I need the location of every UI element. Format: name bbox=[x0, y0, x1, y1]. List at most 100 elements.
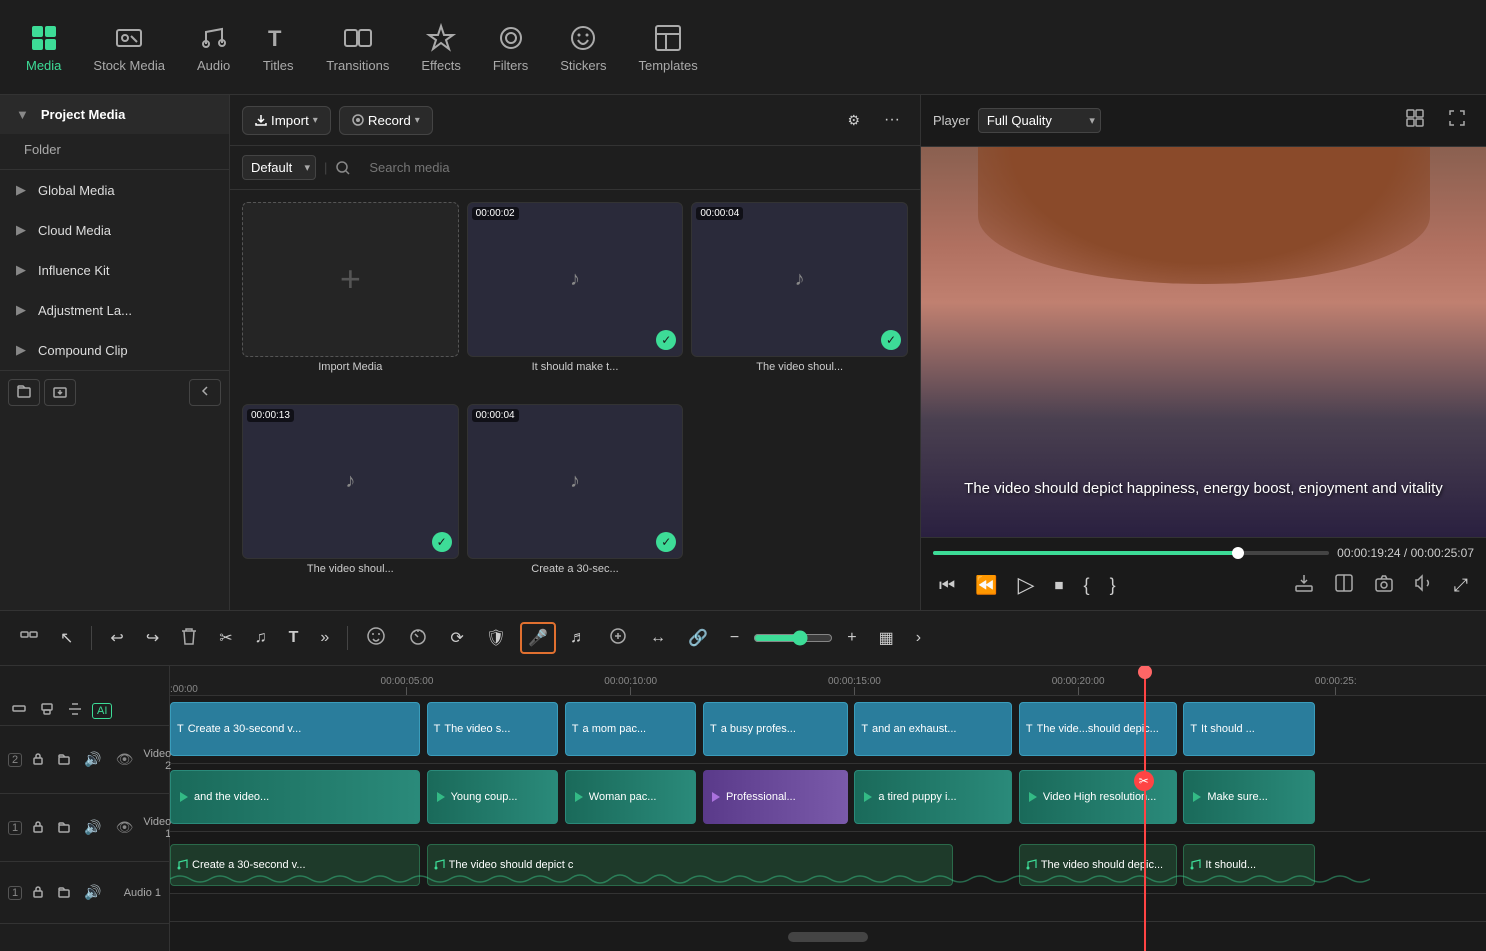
import-folder-button[interactable] bbox=[44, 379, 76, 406]
audio1-mute-button[interactable]: 🔊 bbox=[80, 882, 105, 903]
import-media-thumb[interactable]: + bbox=[242, 202, 459, 357]
grid-tl-button[interactable]: ▦ bbox=[871, 622, 902, 654]
v2-clip3[interactable]: T a mom pac... bbox=[565, 702, 697, 756]
v1-clip5[interactable]: a tired puppy i... bbox=[854, 770, 1012, 824]
select-tool-button[interactable]: ↖ bbox=[52, 622, 81, 654]
sidebar-folder[interactable]: Folder bbox=[0, 134, 229, 169]
video1-folder-button[interactable] bbox=[54, 818, 74, 838]
quality-select[interactable]: Full Quality High Quality Medium Quality… bbox=[978, 108, 1101, 133]
audio1-folder-button[interactable] bbox=[54, 883, 74, 903]
redo-button[interactable]: ↪ bbox=[138, 622, 167, 654]
add-track-button[interactable] bbox=[12, 621, 46, 656]
clip2-thumb[interactable]: 00:00:04 ♪ ✓ bbox=[691, 202, 908, 357]
more-player-button[interactable]: ⤢ bbox=[1448, 571, 1474, 600]
media-item-clip2[interactable]: 00:00:04 ♪ ✓ The video shoul... bbox=[691, 202, 908, 396]
media-item-clip1[interactable]: 00:00:02 ♪ ✓ It should make t... bbox=[467, 202, 684, 396]
collapse-sidebar-button[interactable] bbox=[189, 379, 221, 406]
default-select[interactable]: Default bbox=[242, 155, 316, 180]
nav-stickers[interactable]: Stickers bbox=[544, 14, 622, 81]
delete-button[interactable] bbox=[173, 621, 205, 656]
step-back-button[interactable]: ⏪ bbox=[969, 571, 1003, 600]
mark-in-button[interactable]: { bbox=[1078, 571, 1096, 600]
undo-button[interactable]: ↩ bbox=[102, 622, 131, 654]
sidebar-item-cloud-media[interactable]: ▶ Cloud Media bbox=[0, 210, 229, 250]
volume-button[interactable] bbox=[1408, 569, 1440, 602]
add-nested-button[interactable] bbox=[36, 700, 58, 721]
video2-folder-button[interactable] bbox=[54, 750, 74, 770]
v2-clip1[interactable]: T Create a 30-second v... bbox=[170, 702, 420, 756]
mask-button[interactable]: 🛡 bbox=[478, 622, 514, 654]
video1-mute-button[interactable]: 🔊 bbox=[80, 817, 105, 838]
v1-clip1[interactable]: and the video... bbox=[170, 770, 420, 824]
ai-clip-button[interactable]: AI bbox=[92, 703, 112, 719]
zoom-out-button[interactable]: − bbox=[722, 623, 747, 653]
link-button[interactable]: 🔗 bbox=[680, 622, 716, 654]
search-input[interactable] bbox=[359, 154, 908, 181]
v2-clip5[interactable]: T and an exhaust... bbox=[854, 702, 1012, 756]
clip4-thumb[interactable]: 00:00:04 ♪ ✓ bbox=[467, 404, 684, 559]
sidebar-item-adjustment[interactable]: ▶ Adjustment La... bbox=[0, 290, 229, 330]
quality-select-wrapper[interactable]: Full Quality High Quality Medium Quality… bbox=[978, 108, 1101, 133]
media-item-clip4[interactable]: 00:00:04 ♪ ✓ Create a 30-sec... bbox=[467, 404, 684, 598]
record-mic-button[interactable]: 🎤 bbox=[520, 622, 556, 654]
clip1-thumb[interactable]: 00:00:02 ♪ ✓ bbox=[467, 202, 684, 357]
sidebar-item-compound-clip[interactable]: ▶ Compound Clip bbox=[0, 330, 229, 370]
record-button[interactable]: Record ▾ bbox=[339, 106, 433, 135]
progress-thumb[interactable] bbox=[1232, 547, 1244, 559]
more-tl-button[interactable]: › bbox=[908, 623, 929, 653]
v2-clip7[interactable]: T It should ... bbox=[1183, 702, 1315, 756]
more-options-icon[interactable]: ··· bbox=[876, 105, 908, 135]
v1-clip2[interactable]: Young coup... bbox=[427, 770, 559, 824]
video2-lock-button[interactable] bbox=[28, 750, 48, 770]
fullscreen-icon[interactable] bbox=[1440, 103, 1474, 138]
v1-clip4[interactable]: Professional... bbox=[703, 770, 848, 824]
v1-clip6[interactable]: Video High resolution... bbox=[1019, 770, 1177, 824]
split-screen-button[interactable] bbox=[1328, 569, 1360, 602]
split-track-button[interactable] bbox=[64, 700, 86, 721]
v1-clip3[interactable]: Woman pac... bbox=[565, 770, 697, 824]
mark-out-button[interactable]: } bbox=[1104, 571, 1122, 600]
speed-button[interactable] bbox=[400, 620, 436, 657]
nav-titles[interactable]: T Titles bbox=[246, 14, 310, 81]
default-select-wrapper[interactable]: Default bbox=[242, 155, 316, 180]
nav-transitions[interactable]: Transitions bbox=[310, 14, 405, 81]
add-to-timeline-button[interactable] bbox=[1288, 569, 1320, 602]
v1-clip7[interactable]: Make sure... bbox=[1183, 770, 1315, 824]
nav-templates[interactable]: Templates bbox=[622, 14, 713, 81]
motion-button[interactable]: ↔ bbox=[642, 623, 674, 653]
v2-clip2[interactable]: T The video s... bbox=[427, 702, 559, 756]
filter-icon[interactable]: ⚙ bbox=[839, 106, 868, 135]
nav-stock-media[interactable]: Stock Media bbox=[77, 14, 181, 81]
clip3-thumb[interactable]: 00:00:13 ♪ ✓ bbox=[242, 404, 459, 559]
nav-effects[interactable]: Effects bbox=[405, 14, 477, 81]
more-tools-button[interactable]: » bbox=[312, 623, 337, 653]
split-button[interactable]: ✂ bbox=[211, 622, 240, 654]
import-button[interactable]: Import ▾ bbox=[242, 106, 331, 135]
text-button[interactable]: T bbox=[281, 623, 307, 653]
snapshot-button[interactable] bbox=[1368, 569, 1400, 602]
nav-media[interactable]: Media bbox=[10, 14, 77, 81]
scroll-thumb[interactable] bbox=[788, 932, 868, 942]
stabilize-button[interactable]: ⟳ bbox=[442, 622, 471, 654]
skip-back-button[interactable]: ⏮ bbox=[933, 571, 961, 600]
sidebar-item-project-media[interactable]: ▼ Project Media bbox=[0, 95, 229, 134]
import-media-item[interactable]: + Import Media bbox=[242, 202, 459, 396]
audio-detach-button[interactable]: ♫ bbox=[247, 623, 275, 653]
media-item-clip3[interactable]: 00:00:13 ♪ ✓ The video shoul... bbox=[242, 404, 459, 598]
v2-clip6[interactable]: T The vide...should depic... bbox=[1019, 702, 1177, 756]
zoom-in-button[interactable]: + bbox=[839, 623, 864, 653]
beat-button[interactable]: ♬ bbox=[562, 623, 594, 653]
video1-lock-button[interactable] bbox=[28, 818, 48, 838]
sidebar-item-global-media[interactable]: ▶ Global Media bbox=[0, 170, 229, 210]
video1-eye-button[interactable]: 👁 bbox=[112, 817, 138, 838]
ai-audio-button[interactable] bbox=[600, 620, 636, 657]
grid-view-icon[interactable] bbox=[1398, 103, 1432, 138]
video2-mute-button[interactable]: 🔊 bbox=[80, 749, 105, 770]
sidebar-item-influence-kit[interactable]: ▶ Influence Kit bbox=[0, 250, 229, 290]
play-button[interactable]: ▷ bbox=[1012, 568, 1041, 602]
nav-audio[interactable]: Audio bbox=[181, 14, 246, 81]
face-effect-button[interactable] bbox=[358, 620, 394, 657]
zoom-slider[interactable] bbox=[753, 630, 833, 646]
progress-bar[interactable] bbox=[933, 551, 1329, 555]
v2-clip4[interactable]: T a busy profes... bbox=[703, 702, 848, 756]
